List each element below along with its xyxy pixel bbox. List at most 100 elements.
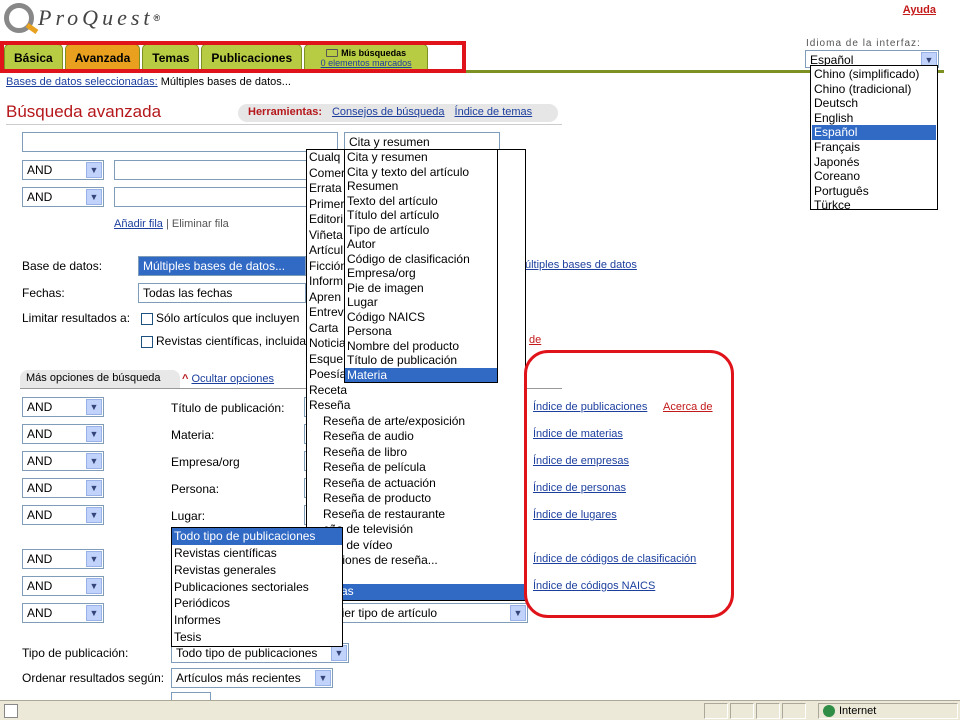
dropdown-option[interactable]: Informes (172, 612, 342, 629)
dates-select[interactable]: Todas las fechas (138, 283, 306, 303)
sort-value: Artículos más recientes (176, 671, 301, 685)
full-text-checkbox[interactable] (141, 312, 153, 325)
logo-text: ProQuest (38, 5, 154, 30)
sort-select[interactable]: Artículos más recientes ▼ (171, 668, 333, 688)
scholarly-option[interactable]: Revistas científicas, incluida (141, 334, 306, 348)
about-link[interactable]: de (529, 334, 541, 346)
boolean-select[interactable]: AND ▼ (22, 397, 104, 417)
dropdown-option[interactable]: Tesis (172, 629, 342, 646)
chevron-down-icon[interactable]: ▼ (86, 399, 102, 415)
dropdown-option[interactable]: Texto del artículo (345, 194, 497, 209)
multiple-databases-link[interactable]: últiples bases de datos (525, 259, 637, 271)
chevron-down-icon[interactable]: ▼ (86, 605, 102, 621)
dropdown-option[interactable]: Periódicos (172, 595, 342, 612)
lang-option[interactable]: Français (812, 140, 936, 155)
dropdown-option[interactable]: Reseña de libro (307, 445, 525, 461)
field-label: Empresa/org (171, 455, 240, 469)
proquest-logo[interactable]: ProQuest ® (4, 2, 160, 34)
boolean-select[interactable]: AND ▼ (22, 603, 104, 623)
search-field-dropdown[interactable]: Cita y resumen Cita y texto del artículo R… (344, 149, 498, 383)
chevron-down-icon[interactable]: ▼ (331, 645, 347, 661)
dropdown-option[interactable]: Código NAICS (345, 310, 497, 325)
more-options-tab[interactable]: Más opciones de búsqueda (20, 370, 180, 388)
dropdown-option[interactable]: Lugar (345, 295, 497, 310)
scholarly-checkbox[interactable] (141, 335, 153, 348)
boolean-select[interactable]: AND ▼ (22, 478, 104, 498)
boolean-select[interactable]: AND ▼ (22, 549, 104, 569)
dropdown-option[interactable]: Reseña (307, 398, 525, 414)
boolean-select[interactable]: AND ▼ (22, 424, 104, 444)
hide-options-link[interactable]: Ocultar opciones (192, 373, 275, 385)
selected-databases-link[interactable]: Bases de datos seleccionadas: (6, 76, 158, 88)
page-title: Búsqueda avanzada (6, 102, 162, 121)
dropdown-option[interactable]: Cita y texto del artículo (345, 165, 497, 180)
dropdown-option[interactable]: Cita y resumen (345, 150, 497, 165)
database-select[interactable]: Múltiples bases de datos... (138, 256, 306, 276)
dropdown-option[interactable]: Persona (345, 324, 497, 339)
lang-option[interactable]: Coreano (812, 169, 936, 184)
lang-option[interactable]: Deutsch (812, 96, 936, 111)
lang-option[interactable]: Türkçe (812, 198, 936, 209)
dropdown-option[interactable]: Revistas generales (172, 562, 342, 579)
dropdown-option[interactable]: Título del artículo (345, 208, 497, 223)
chevron-down-icon[interactable]: ▼ (86, 426, 102, 442)
search-tips-link[interactable]: Consejos de búsqueda (332, 106, 445, 120)
chevron-down-icon[interactable]: ▼ (86, 551, 102, 567)
dropdown-option[interactable]: Reseña de restaurante (307, 507, 525, 523)
dropdown-option[interactable]: Receta (307, 383, 525, 399)
lang-option[interactable]: English (812, 111, 936, 126)
search-term-input-1[interactable] (22, 132, 338, 152)
dropdown-option[interactable]: Materia (345, 367, 497, 382)
dropdown-option[interactable]: Reseña de producto (307, 491, 525, 507)
dropdown-option[interactable]: Reseña de película (307, 460, 525, 476)
boolean-value: AND (27, 427, 53, 441)
chevron-down-icon[interactable]: ▼ (86, 480, 102, 496)
lang-option-selected[interactable]: Español (812, 125, 936, 140)
boolean-select-2[interactable]: AND ▼ (22, 160, 104, 180)
dropdown-option[interactable]: Publicaciones sectoriales (172, 579, 342, 596)
divider (6, 124, 562, 125)
dropdown-option[interactable]: Revistas científicas (172, 545, 342, 562)
boolean-select[interactable]: AND ▼ (22, 505, 104, 525)
dropdown-option[interactable]: Reseña de actuación (307, 476, 525, 492)
dropdown-option[interactable]: Nombre del producto (345, 339, 497, 354)
help-link[interactable]: Ayuda (903, 4, 936, 16)
article-type-select[interactable]: uier tipo de artículo ▼ (330, 603, 528, 623)
add-row-link[interactable]: Añadir fila (114, 218, 163, 230)
interface-language-dropdown[interactable]: Chino (simplificado) Chino (tradicional)… (810, 65, 938, 210)
topic-index-link[interactable]: Índice de temas (455, 106, 533, 120)
dropdown-option[interactable]: Reseña de audio (307, 429, 525, 445)
lang-option[interactable]: Chino (tradicional) (812, 82, 936, 97)
dropdown-option[interactable]: Código de clasificación (345, 252, 497, 267)
boolean-select[interactable]: AND ▼ (22, 451, 104, 471)
full-text-option-label: Sólo artículos que incluyen (156, 311, 300, 325)
pub-type-label: Tipo de publicación: (22, 646, 129, 660)
chevron-down-icon[interactable]: ▼ (86, 453, 102, 469)
search-term-input-2[interactable] (114, 160, 336, 180)
row-separator: | (165, 218, 169, 230)
dropdown-option[interactable]: Título de publicación (345, 353, 497, 368)
chevron-down-icon[interactable]: ▼ (86, 189, 102, 205)
chevron-down-icon[interactable]: ▼ (315, 670, 331, 686)
hide-options[interactable]: ^ Ocultar opciones (182, 373, 274, 385)
boolean-select[interactable]: AND ▼ (22, 576, 104, 596)
chevron-down-icon[interactable]: ▼ (510, 605, 526, 621)
chevron-down-icon[interactable]: ▼ (86, 162, 102, 178)
dropdown-option[interactable]: Todo tipo de publicaciones (172, 528, 342, 545)
full-text-option[interactable]: Sólo artículos que incluyen (141, 311, 299, 325)
boolean-select-3[interactable]: AND ▼ (22, 187, 104, 207)
lang-option[interactable]: Chino (simplificado) (812, 67, 936, 82)
boolean-value: AND (27, 481, 53, 495)
dropdown-option[interactable]: Empresa/org (345, 266, 497, 281)
lang-option[interactable]: Japonés (812, 155, 936, 170)
chevron-down-icon[interactable]: ▼ (86, 507, 102, 523)
dropdown-option[interactable]: Pie de imagen (345, 281, 497, 296)
dropdown-option[interactable]: Resumen (345, 179, 497, 194)
chevron-down-icon[interactable]: ▼ (86, 578, 102, 594)
search-term-input-3[interactable] (114, 187, 336, 207)
dropdown-option[interactable]: Reseña de arte/exposición (307, 414, 525, 430)
dropdown-option[interactable]: Tipo de artículo (345, 223, 497, 238)
lang-option[interactable]: Português (812, 184, 936, 199)
dropdown-option[interactable]: Autor (345, 237, 497, 252)
pub-type-dropdown[interactable]: Todo tipo de publicaciones Revistas cient… (171, 527, 343, 647)
